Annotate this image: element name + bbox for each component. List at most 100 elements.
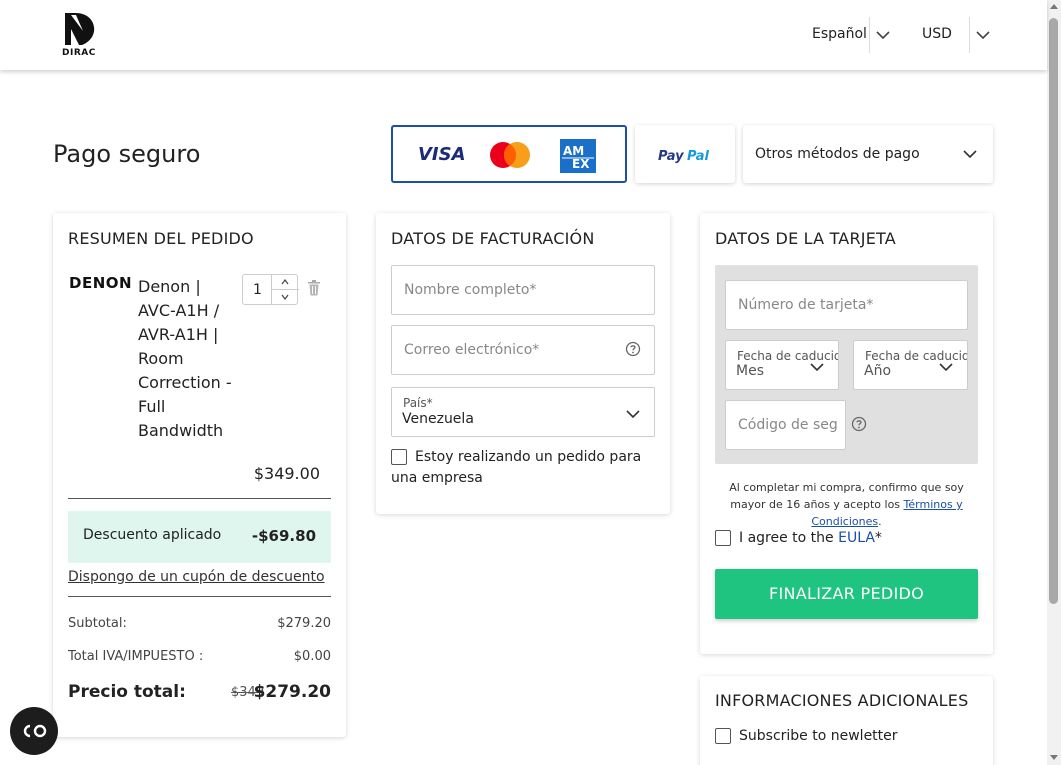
quantity-value[interactable]: 1 xyxy=(253,282,262,298)
card-panel: DATOS DE LA TARJETA Número de tarjeta* F… xyxy=(700,213,993,654)
expiry-month-select[interactable]: Fecha de caducidad* Mes xyxy=(725,340,839,390)
visa-icon: VISA xyxy=(418,144,466,164)
mastercard-icon xyxy=(490,142,530,168)
product-name-line: Full xyxy=(138,397,166,416)
tax-row: Total IVA/IMPUESTO : $0.00 xyxy=(68,649,331,664)
svg-text:VISA: VISA xyxy=(418,144,466,164)
amex-icon: AM EX xyxy=(560,139,596,173)
product-name-line: Correction - xyxy=(138,373,232,392)
security-code-placeholder: Código de seg xyxy=(738,417,838,433)
quantity-stepper[interactable]: 1 xyxy=(242,274,299,305)
order-summary-title: RESUMEN DEL PEDIDO xyxy=(68,229,254,248)
product-name-line: AVR-A1H | xyxy=(138,325,219,344)
order-summary-panel: RESUMEN DEL PEDIDO DENON Denon | AVC-A1H… xyxy=(53,213,346,737)
card-title: DATOS DE LA TARJETA xyxy=(715,229,896,248)
eula-link[interactable]: EULA xyxy=(838,530,875,546)
submit-order-button[interactable]: FINALIZAR PEDIDO xyxy=(715,569,978,619)
quantity-buttons xyxy=(271,275,299,304)
divider xyxy=(272,289,299,290)
expiry-month-value: Mes xyxy=(736,363,764,379)
legal-text: Al completar mi compra, confirmo que soy… xyxy=(715,479,978,530)
subtotal-label: Subtotal: xyxy=(68,616,127,631)
chevron-down-icon[interactable] xyxy=(874,26,892,44)
discount-label: Descuento aplicado xyxy=(83,527,222,543)
svg-text:EX: EX xyxy=(572,157,590,171)
country-select[interactable]: País* Venezuela xyxy=(391,387,655,437)
chevron-down-icon xyxy=(963,150,977,159)
eula-label[interactable]: I agree to the EULA* xyxy=(739,528,882,549)
card-fields-area: Número de tarjeta* Fecha de caducidad* M… xyxy=(715,265,978,464)
newsletter-label[interactable]: Subscribe to newletter xyxy=(739,726,898,747)
language-selector[interactable]: Español xyxy=(812,26,867,42)
header: DIRAC Español USD xyxy=(0,0,1047,70)
subtotal-value: $279.20 xyxy=(277,616,331,631)
denon-logo: DENON xyxy=(69,274,133,292)
coupon-link[interactable]: Dispongo de un cupón de descuento xyxy=(68,569,325,585)
tax-label: Total IVA/IMPUESTO : xyxy=(68,649,204,664)
email-placeholder: Correo electrónico* xyxy=(404,342,540,358)
scroll-up-icon[interactable] xyxy=(1050,4,1058,9)
product-name-line: AVC-A1H / xyxy=(138,301,220,320)
eula-checkbox[interactable] xyxy=(715,530,731,546)
chevron-down-icon xyxy=(939,363,953,372)
product-name: Denon | AVC-A1H / AVR-A1H | Room Correct… xyxy=(138,275,238,443)
chevron-up-icon[interactable] xyxy=(281,278,289,286)
additional-info-panel: INFORMACIONES ADICIONALES Subscribe to n… xyxy=(700,676,993,765)
product-name-line: Room xyxy=(138,349,184,368)
chevron-down-icon[interactable] xyxy=(281,293,289,301)
chat-button[interactable] xyxy=(10,707,58,755)
subtotal-row: Subtotal: $279.20 xyxy=(68,616,331,631)
svg-text:Pay: Pay xyxy=(658,149,684,163)
divider xyxy=(869,17,870,53)
total-label: Precio total: xyxy=(68,682,186,702)
company-order-label[interactable]: Estoy realizando un pedido para una empr… xyxy=(391,447,655,489)
scroll-thumb[interactable] xyxy=(1049,18,1058,604)
discount-box: Descuento aplicado -$69.80 xyxy=(68,511,331,563)
billing-title: DATOS DE FACTURACIÓN xyxy=(391,229,595,248)
payment-method-other[interactable]: Otros métodos de pago xyxy=(743,125,993,183)
help-icon[interactable] xyxy=(625,341,641,357)
full-name-placeholder: Nombre completo* xyxy=(404,282,537,298)
additional-info-title: INFORMACIONES ADICIONALES xyxy=(715,691,969,710)
product-price: $349.00 xyxy=(253,464,320,483)
email-field[interactable]: Correo electrónico* xyxy=(391,325,655,375)
security-code-field[interactable]: Código de seg xyxy=(725,400,846,450)
payment-method-cards[interactable]: VISA AM EX xyxy=(391,125,627,183)
svg-text:Pal: Pal xyxy=(687,149,709,163)
expiry-year-value: Año xyxy=(864,363,892,379)
expiry-year-select[interactable]: Fecha de caducidad* Año xyxy=(853,340,968,390)
eula-prefix: I agree to the xyxy=(739,530,839,546)
trash-icon[interactable] xyxy=(307,280,321,296)
chevron-down-icon xyxy=(626,410,640,419)
other-methods-label: Otros métodos de pago xyxy=(755,146,920,162)
divider xyxy=(68,498,331,499)
total-value: $279.20 xyxy=(253,682,331,702)
legal-suffix: . xyxy=(878,515,882,528)
scroll-down-icon[interactable] xyxy=(1050,755,1058,760)
billing-panel: DATOS DE FACTURACIÓN Nombre completo* Co… xyxy=(376,213,670,514)
divider xyxy=(969,17,970,53)
chevron-down-icon xyxy=(810,363,824,372)
logo-text: DIRAC xyxy=(62,48,96,58)
paypal-icon: Pay Pal xyxy=(658,149,709,163)
page-title: Pago seguro xyxy=(53,140,201,168)
payment-method-paypal[interactable]: Pay Pal xyxy=(635,125,735,183)
help-icon[interactable] xyxy=(851,416,867,432)
product-name-line: Bandwidth xyxy=(138,421,224,440)
full-name-field[interactable]: Nombre completo* xyxy=(391,265,655,315)
eula-suffix: * xyxy=(874,530,882,546)
currency-selector[interactable]: USD xyxy=(922,26,952,42)
chevron-down-icon[interactable] xyxy=(974,26,992,44)
scrollbar[interactable] xyxy=(1047,0,1061,765)
chat-icon xyxy=(23,724,47,738)
newsletter-checkbox[interactable] xyxy=(715,728,731,744)
discount-value: -$69.80 xyxy=(251,527,316,545)
card-number-placeholder: Número de tarjeta* xyxy=(738,297,874,313)
card-number-field[interactable]: Número de tarjeta* xyxy=(725,280,968,330)
svg-text:AM: AM xyxy=(563,144,584,158)
divider xyxy=(68,596,331,597)
country-label: País* xyxy=(403,396,433,410)
country-value: Venezuela xyxy=(402,411,474,427)
product-name-line: Denon | xyxy=(138,277,201,296)
tax-value: $0.00 xyxy=(293,649,331,664)
